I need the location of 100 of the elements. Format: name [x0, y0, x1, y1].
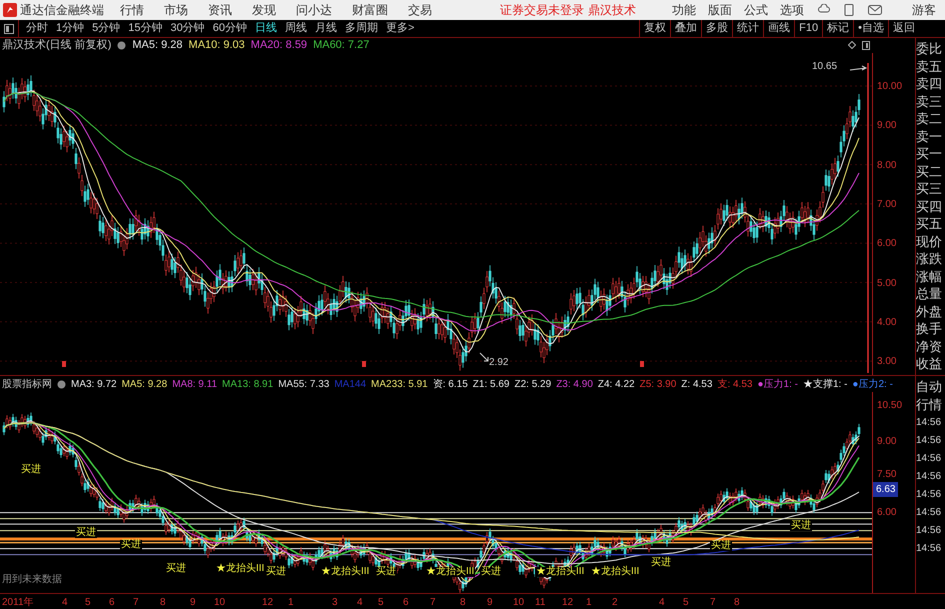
low-price-label: 2.92	[489, 356, 508, 370]
date-axis-label: 4	[62, 596, 68, 609]
period-tab[interactable]: 1分钟	[53, 20, 88, 37]
signal-label: 买进	[265, 567, 287, 577]
login-status[interactable]: 证券交易未登录	[500, 1, 584, 19]
menu-item[interactable]: 公式	[744, 1, 768, 19]
date-axis-label: 1	[288, 596, 294, 609]
menu-item[interactable]: 选项	[780, 1, 804, 19]
marker-icon	[362, 361, 366, 367]
time-label: 14:56	[916, 506, 942, 520]
price-axis-label: 6.00	[877, 506, 896, 520]
quote-label: 买五	[916, 215, 943, 232]
date-axis-label: 6	[403, 596, 409, 609]
time-label: 14:56	[916, 470, 942, 484]
date-axis-label: 4	[357, 596, 363, 609]
toolbar-button[interactable]: 标记	[822, 20, 854, 37]
panel-toggle-icon[interactable]	[4, 24, 14, 34]
menu-item[interactable]: 交易	[408, 1, 432, 19]
date-axis-label: 5	[85, 596, 91, 609]
indicator-title: 股票指标网	[2, 378, 52, 392]
date-axis-label: 6	[109, 596, 115, 609]
indicator-value: Z3: 4.90	[556, 378, 593, 392]
time-label: 14:56	[916, 416, 942, 430]
signal-label: 买进	[165, 564, 187, 574]
low-arrow-icon	[480, 352, 488, 362]
menu-item[interactable]: 功能	[672, 1, 696, 19]
quote-label: 换手	[916, 320, 943, 338]
signal-label: 买进	[375, 567, 397, 577]
period-tab[interactable]: 5分钟	[89, 20, 124, 37]
indicator-value: Z5: 3.90	[640, 378, 676, 392]
toolbar-button[interactable]: 叠加	[670, 20, 702, 37]
date-axis-label: 9	[487, 596, 493, 609]
signal-label: 买进	[710, 541, 732, 552]
period-tab[interactable]: 15分钟	[125, 20, 166, 37]
menu-item[interactable]: 发现	[252, 1, 276, 19]
panel-icon[interactable]	[862, 41, 870, 50]
period-tab[interactable]: 日线	[252, 20, 280, 37]
toolbar-button[interactable]: 多股	[701, 20, 732, 37]
indicator-value: Z4: 4.22	[598, 378, 635, 392]
price-axis-label: 6.00	[877, 237, 896, 252]
menu-item[interactable]: 行情	[120, 1, 144, 19]
quote-label: 外盘	[916, 302, 943, 320]
period-tab[interactable]: 30分钟	[168, 20, 208, 37]
user-name[interactable]: 游客	[912, 1, 936, 19]
menu-item[interactable]: 财富圈	[352, 1, 388, 19]
menu-item[interactable]: 问小达	[296, 1, 332, 19]
mail-icon[interactable]	[868, 5, 882, 15]
quote-label: 涨跌	[916, 250, 943, 268]
signal-label: ★龙抬头III	[215, 564, 266, 574]
date-axis-label: 1	[586, 596, 592, 609]
settings-icon[interactable]	[57, 380, 66, 388]
indicator-value: MA3: 9.72	[71, 378, 117, 392]
toolbar-button[interactable]: 画线	[763, 20, 794, 37]
period-tab[interactable]: 60分钟	[210, 20, 250, 37]
phone-icon[interactable]	[844, 4, 854, 16]
toolbar-button[interactable]: 返回	[888, 20, 919, 37]
time-label: 14:56	[916, 434, 942, 448]
date-axis-label: 8	[160, 596, 166, 609]
menu-item[interactable]: 版面	[708, 1, 732, 19]
signal-label: 买进	[75, 528, 97, 538]
period-tab[interactable]: 月线	[312, 20, 340, 37]
date-axis-label: 10	[513, 596, 524, 609]
indicator-value: Z2: 5.29	[514, 378, 552, 392]
date-axis-label: 9	[190, 596, 196, 609]
indicator-value: MA144	[334, 378, 366, 392]
period-tab[interactable]: 更多>	[383, 20, 418, 37]
period-tab[interactable]: 周线	[282, 20, 310, 37]
quote-label: 卖四	[916, 75, 943, 92]
quote-label: 委比	[916, 40, 943, 58]
toolbar-button[interactable]: 复权	[639, 20, 670, 37]
menu-item[interactable]: 资讯	[208, 1, 232, 19]
toolbar-button[interactable]: 统计	[732, 20, 764, 37]
toolbar-button[interactable]: F10	[794, 20, 822, 37]
quote-label: 现价	[916, 232, 943, 250]
price-axis-label: 3.00	[877, 355, 896, 370]
signal-label: 买进	[790, 521, 812, 532]
signal-label: ★龙抬头III	[535, 567, 586, 577]
settings-icon[interactable]	[117, 41, 126, 50]
quote-label: 涨幅	[916, 268, 943, 285]
time-label: 14:56	[916, 524, 942, 538]
period-tab[interactable]: 分时	[23, 20, 51, 37]
price-axis-label: 4.00	[877, 316, 896, 330]
date-axis-label: 11	[535, 596, 546, 609]
indicator-value: MA10: 9.03	[188, 38, 245, 54]
toolbar-button[interactable]: •自选	[853, 20, 888, 37]
date-axis-label: 12	[262, 596, 274, 609]
indicator-value: ●压力1: -	[757, 378, 798, 392]
time-label: 14:56	[916, 542, 942, 556]
date-axis-label: 2011年	[2, 596, 34, 609]
date-axis-label: 2	[612, 596, 618, 609]
menu-item[interactable]: 市场	[164, 1, 188, 19]
stock-name[interactable]: 鼎汉技术	[588, 1, 636, 19]
indicator-value: MA8: 9.11	[172, 378, 218, 392]
period-tab[interactable]: 多周期	[342, 20, 381, 37]
indicator-value: MA20: 8.59	[250, 38, 308, 54]
warning-note: 用到未来数据	[2, 572, 62, 587]
diamond-icon[interactable]	[848, 41, 856, 49]
price-axis-label: 10.00	[877, 80, 902, 94]
time-label: 14:56	[916, 452, 942, 466]
price-axis-label: 7.50	[877, 468, 896, 482]
